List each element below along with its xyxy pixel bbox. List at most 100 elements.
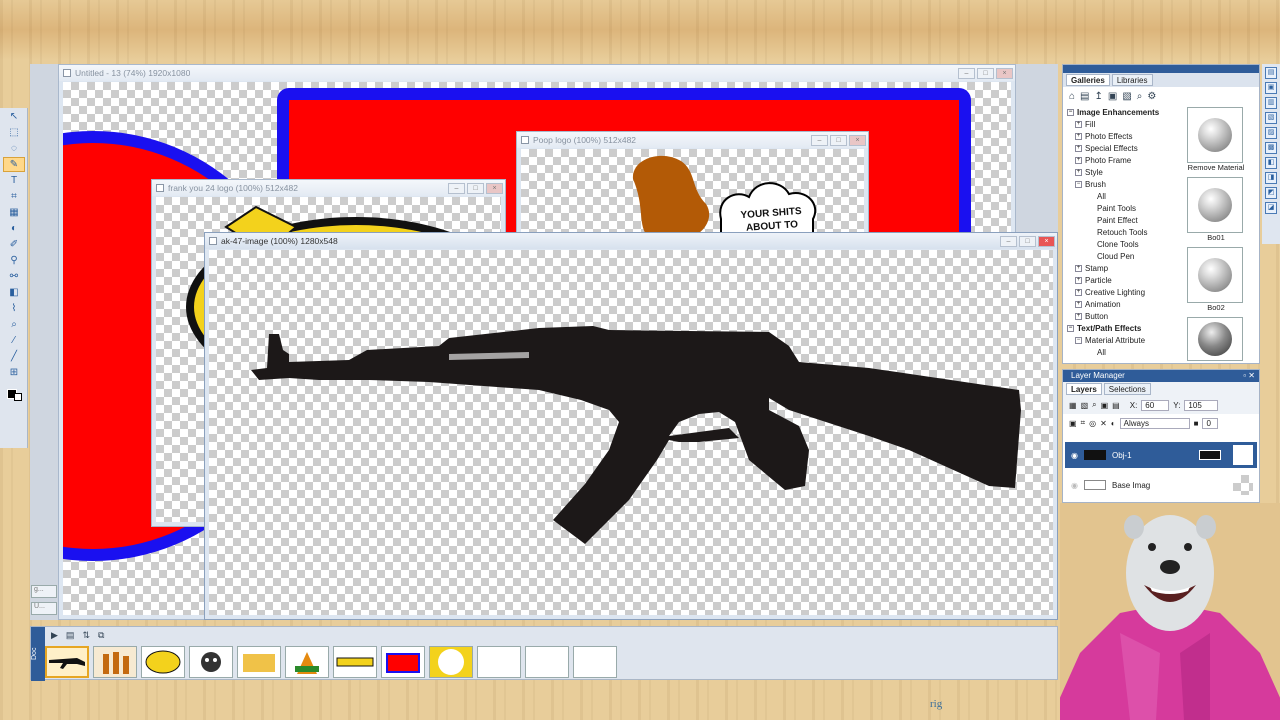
selection-tool-icon[interactable]: ✎ xyxy=(3,157,25,172)
film-thumb[interactable] xyxy=(381,646,425,678)
gallery-thumb[interactable] xyxy=(1187,107,1243,163)
tree-item[interactable]: Clone Tools xyxy=(1067,239,1183,251)
panel-icon[interactable]: ▧ xyxy=(1265,112,1277,124)
documents-tab[interactable]: Doc xyxy=(31,627,45,681)
film-thumb[interactable] xyxy=(93,646,137,678)
tree-item[interactable]: + Button xyxy=(1067,311,1183,323)
film-thumb[interactable] xyxy=(429,646,473,678)
ak47-window[interactable]: ak-47-image (100%) 1280x548 – □ × xyxy=(204,232,1058,620)
sort-icon[interactable]: ⇅ xyxy=(82,630,90,641)
layer-tool-icon[interactable]: ▤ xyxy=(1112,401,1120,410)
layer-tool-icon[interactable]: ◎ xyxy=(1089,419,1096,428)
tree-item[interactable]: + Photo Effects xyxy=(1067,131,1183,143)
tree-item[interactable]: Paint Tools xyxy=(1067,203,1183,215)
tree-item[interactable]: + Stamp xyxy=(1067,263,1183,275)
line-tool-icon[interactable]: ╱ xyxy=(3,349,25,364)
y-position-input[interactable]: 105 xyxy=(1184,399,1219,411)
eye-icon[interactable]: ◉ xyxy=(1071,451,1078,460)
layer-tool-icon[interactable]: ⌗ xyxy=(1081,418,1086,428)
layer-tool-icon[interactable]: ▣ xyxy=(1069,419,1077,428)
window-titlebar[interactable]: Poop logo (100%) 512x482 – □ × xyxy=(517,132,868,148)
tree-item[interactable]: + Animation xyxy=(1067,299,1183,311)
film-thumb[interactable] xyxy=(189,646,233,678)
film-thumb[interactable] xyxy=(45,646,89,678)
film-thumb[interactable] xyxy=(573,646,617,678)
tree-item[interactable]: Paint Effect xyxy=(1067,215,1183,227)
panel-icon[interactable]: ▤ xyxy=(1265,67,1277,79)
film-thumb[interactable] xyxy=(525,646,569,678)
tab-layers[interactable]: Layers xyxy=(1066,383,1102,395)
tab-selections[interactable]: Selections xyxy=(1103,383,1151,395)
eye-icon[interactable]: ◉ xyxy=(1071,481,1078,490)
search-icon[interactable]: ⌕ xyxy=(1137,91,1143,102)
crop-tool-icon[interactable]: ⌗ xyxy=(3,189,25,204)
maximize-button[interactable]: □ xyxy=(830,134,847,146)
delete-icon[interactable]: ✕ xyxy=(1100,419,1107,428)
gallery-thumb[interactable] xyxy=(1187,177,1243,233)
layer-row-base[interactable]: ◉ Base Imag xyxy=(1065,472,1257,498)
ak47-canvas[interactable] xyxy=(209,250,1053,615)
layer-row-obj1[interactable]: ◉ Obj-1 xyxy=(1065,442,1257,468)
tile-icon[interactable]: ⧉ xyxy=(98,630,104,641)
minimized-document[interactable]: g... xyxy=(31,585,57,598)
tree-item[interactable]: − Image Enhancements xyxy=(1067,107,1183,119)
tree-item[interactable]: Retouch Tools xyxy=(1067,227,1183,239)
grid-tool-icon[interactable]: ⊞ xyxy=(3,365,25,380)
save-icon[interactable]: ▧ xyxy=(1122,91,1131,102)
text-tool-icon[interactable]: T xyxy=(3,173,25,188)
view-icon[interactable]: ▤ xyxy=(66,630,75,641)
tree-item[interactable]: All xyxy=(1067,191,1183,203)
lasso-tool-icon[interactable]: ◌ xyxy=(3,141,25,156)
layer-tool-icon[interactable]: ⌕ xyxy=(1092,400,1096,410)
tree-item[interactable]: + Photo Frame xyxy=(1067,155,1183,167)
merge-icon[interactable]: ◐ xyxy=(1111,419,1116,428)
retouch-tool-icon[interactable]: ⚯ xyxy=(3,269,25,284)
panel-icon[interactable]: ▥ xyxy=(1265,97,1277,109)
color-swatch-icon[interactable] xyxy=(3,386,25,401)
close-button[interactable]: × xyxy=(996,67,1013,79)
transform-tool-icon[interactable]: ⬚ xyxy=(3,125,25,140)
new-folder-icon[interactable]: ▣ xyxy=(1108,91,1117,102)
layer-tool-icon[interactable]: ▧ xyxy=(1081,401,1089,410)
eyedropper-tool-icon[interactable]: ⁄ xyxy=(3,333,25,348)
panel-icon[interactable]: ▩ xyxy=(1265,142,1277,154)
settings-icon[interactable]: ⚙ xyxy=(1147,91,1156,102)
x-position-input[interactable]: 60 xyxy=(1141,399,1170,411)
maximize-button[interactable]: □ xyxy=(467,182,484,194)
panel-icon[interactable]: ▨ xyxy=(1265,127,1277,139)
close-button[interactable]: × xyxy=(1038,235,1055,247)
maximize-button[interactable]: □ xyxy=(977,67,994,79)
eraser-tool-icon[interactable]: ◧ xyxy=(3,285,25,300)
film-thumb[interactable] xyxy=(237,646,281,678)
tab-libraries[interactable]: Libraries xyxy=(1111,74,1153,86)
tree-item[interactable]: − Material Attribute xyxy=(1067,335,1183,347)
tree-item[interactable]: + Particle xyxy=(1067,275,1183,287)
minimize-button[interactable]: – xyxy=(448,182,465,194)
maximize-button[interactable]: □ xyxy=(1019,235,1036,247)
paint-tool-icon[interactable]: ✐ xyxy=(3,237,25,252)
minimize-button[interactable]: – xyxy=(958,67,975,79)
film-thumb[interactable] xyxy=(141,646,185,678)
zoom-tool-icon[interactable]: ⌕ xyxy=(3,317,25,332)
tab-galleries[interactable]: Galleries xyxy=(1066,74,1110,86)
shape-tool-icon[interactable]: ▦ xyxy=(3,205,25,220)
panel-icon[interactable]: ◨ xyxy=(1265,172,1277,184)
minimize-button[interactable]: – xyxy=(1000,235,1017,247)
play-icon[interactable]: ▶ xyxy=(51,630,58,641)
merge-mode-select[interactable]: Always xyxy=(1119,417,1190,429)
film-thumb[interactable] xyxy=(477,646,521,678)
minimized-document[interactable]: U... xyxy=(31,602,57,615)
tree-item[interactable]: − Brush xyxy=(1067,179,1183,191)
pick-tool-icon[interactable]: ↖ xyxy=(3,109,25,124)
clone-tool-icon[interactable]: ⚲ xyxy=(3,253,25,268)
panel-icon[interactable]: ▣ xyxy=(1265,82,1277,94)
panel-icon[interactable]: ◩ xyxy=(1265,187,1277,199)
smudge-tool-icon[interactable]: ⌇ xyxy=(3,301,25,316)
tree-item[interactable]: − Text/Path Effects xyxy=(1067,323,1183,335)
layer-tool-icon[interactable]: ▦ xyxy=(1069,401,1077,410)
fill-tool-icon[interactable]: ◐ xyxy=(3,221,25,236)
home-icon[interactable]: ⌂ xyxy=(1069,91,1075,102)
opacity-input[interactable]: 0 xyxy=(1202,417,1219,429)
gallery-thumb[interactable] xyxy=(1187,317,1243,361)
close-button[interactable]: × xyxy=(849,134,866,146)
